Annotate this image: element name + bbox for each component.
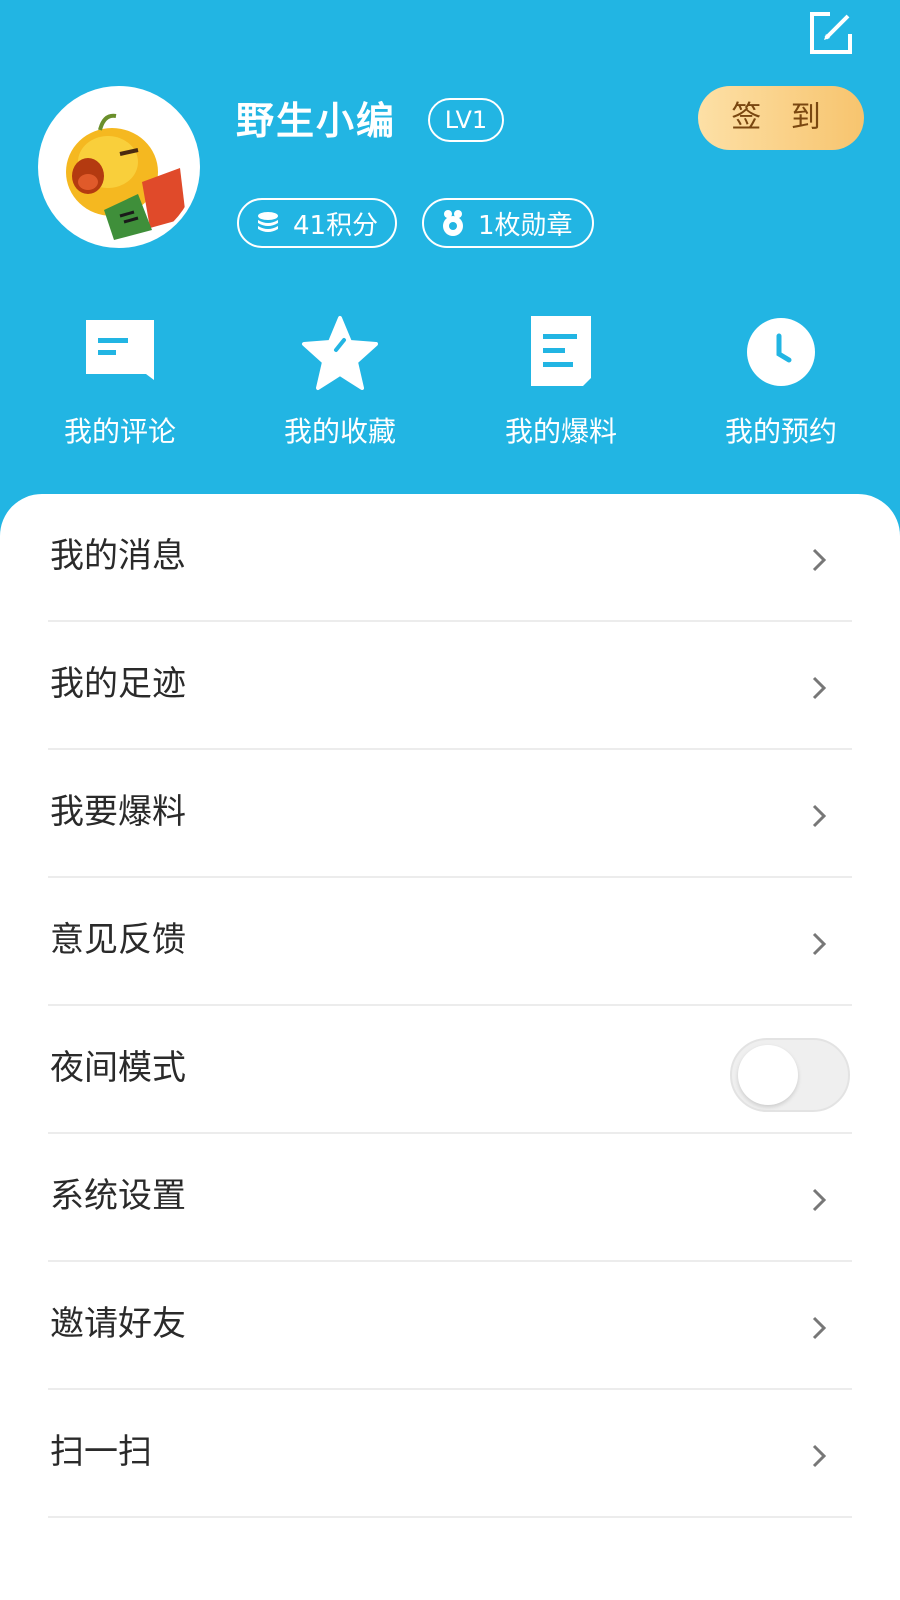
- star-icon: [302, 316, 378, 390]
- medals-pill[interactable]: 1枚勋章: [422, 198, 594, 248]
- chevron-right-icon: [812, 1316, 827, 1340]
- level-badge: LV1: [428, 98, 504, 142]
- menu-item-night-mode: 夜间模式: [48, 1006, 852, 1134]
- coins-icon: [258, 212, 278, 232]
- menu-item-label: 扫一扫: [50, 1432, 152, 1472]
- quick-nav-tips[interactable]: 我的爆料: [481, 314, 641, 450]
- quick-nav-favorites[interactable]: 我的收藏: [260, 314, 420, 450]
- menu-card: 我的消息 我的足迹 我要爆料 意见反馈 夜间模式 系统设置 邀请好友 扫一扫: [0, 494, 900, 1600]
- signin-button[interactable]: 签 到: [698, 86, 864, 150]
- points-label: 41积分: [293, 210, 379, 241]
- chevron-right-icon: [812, 1188, 827, 1212]
- chevron-right-icon: [812, 932, 827, 956]
- menu-item-label: 我要爆料: [50, 792, 186, 832]
- toggle-knob: [738, 1045, 798, 1105]
- menu-item-label: 夜间模式: [50, 1048, 186, 1088]
- avatar-illustration: [42, 90, 196, 244]
- document-icon: [531, 316, 591, 386]
- menu-item-submit-tip[interactable]: 我要爆料: [48, 750, 852, 878]
- menu-item-history[interactable]: 我的足迹: [48, 622, 852, 750]
- menu-item-label: 系统设置: [50, 1176, 186, 1216]
- chevron-right-icon: [812, 804, 827, 828]
- avatar[interactable]: [38, 86, 200, 248]
- menu-item-scan[interactable]: 扫一扫: [48, 1390, 852, 1518]
- medal-icon: [443, 210, 463, 236]
- menu-item-feedback[interactable]: 意见反馈: [48, 878, 852, 1006]
- menu-item-invite[interactable]: 邀请好友: [48, 1262, 852, 1390]
- chevron-right-icon: [812, 676, 827, 700]
- comment-icon: [86, 320, 154, 380]
- profile-page: 野生小编 LV1 签 到 41积分 1枚勋章 我的评论 我的收藏 我的爆料 我的…: [0, 0, 900, 1600]
- quick-nav: 我的评论 我的收藏 我的爆料 我的预约: [0, 314, 900, 454]
- menu-item-label: 邀请好友: [50, 1304, 186, 1344]
- medals-label: 1枚勋章: [478, 210, 573, 241]
- clock-icon: [747, 318, 815, 386]
- menu-item-label: 我的足迹: [50, 664, 186, 704]
- profile-header: 野生小编 LV1 签 到 41积分 1枚勋章 我的评论 我的收藏 我的爆料 我的…: [0, 0, 900, 500]
- menu-item-label: 意见反馈: [50, 920, 186, 960]
- menu-item-label: 我的消息: [50, 536, 186, 576]
- quick-nav-label: 我的评论: [63, 415, 176, 448]
- menu-item-settings[interactable]: 系统设置: [48, 1134, 852, 1262]
- chevron-right-icon: [812, 1444, 827, 1468]
- edit-icon[interactable]: [808, 10, 854, 56]
- points-pill[interactable]: 41积分: [237, 198, 397, 248]
- menu-item-messages[interactable]: 我的消息: [48, 494, 852, 622]
- quick-nav-reservations[interactable]: 我的预约: [701, 314, 861, 450]
- quick-nav-comments[interactable]: 我的评论: [40, 314, 200, 450]
- quick-nav-label: 我的收藏: [283, 415, 396, 448]
- quick-nav-label: 我的爆料: [504, 415, 617, 448]
- chevron-right-icon: [812, 548, 827, 572]
- quick-nav-label: 我的预约: [724, 415, 837, 448]
- username: 野生小编: [236, 99, 397, 143]
- night-mode-toggle[interactable]: [730, 1038, 850, 1112]
